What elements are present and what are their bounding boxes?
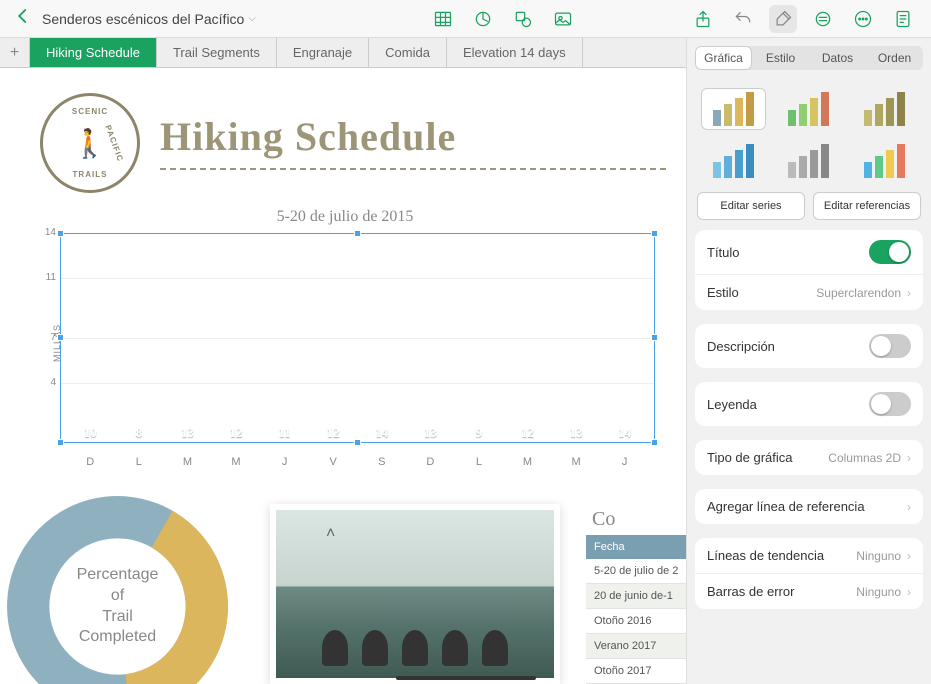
home-indicator — [396, 676, 536, 680]
row-estilo[interactable]: EstiloSuperclarendon› — [695, 275, 923, 310]
table-row[interactable]: Verano 2017 — [586, 634, 686, 659]
chart-style-3[interactable] — [852, 88, 917, 130]
tab-engranaje[interactable]: Engranaje — [277, 38, 369, 67]
tab-comida[interactable]: Comida — [369, 38, 447, 67]
photo[interactable]: ˄ — [270, 504, 560, 684]
toggle-leyenda[interactable] — [869, 392, 911, 416]
row-trend[interactable]: Líneas de tendenciaNinguno› — [695, 538, 923, 574]
table-title: Co — [586, 504, 686, 535]
selection-frame — [60, 233, 655, 443]
row-tipo[interactable]: Tipo de gráficaColumnas 2D› — [695, 440, 923, 475]
donut-label: PercentageofTrailCompleted — [0, 489, 235, 684]
dates-table[interactable]: Co Fecha 5-20 de julio de 220 de junio d… — [586, 504, 686, 684]
canvas[interactable]: SCENIC PACIFIC 🚶 TRAILS Hiking Schedule … — [0, 68, 686, 684]
insert-chart-icon[interactable] — [469, 5, 497, 33]
edit-series-button[interactable]: Editar series — [697, 192, 805, 220]
chevron-right-icon: › — [907, 451, 911, 465]
chevron-right-icon: › — [907, 500, 911, 514]
tab-hiking-schedule[interactable]: Hiking Schedule — [30, 38, 157, 67]
organize-icon[interactable] — [809, 5, 837, 33]
format-brush-icon[interactable] — [769, 5, 797, 33]
document-title-text: Senderos escénicos del Pacífico — [42, 11, 244, 27]
toggle-titulo[interactable] — [869, 240, 911, 264]
chevron-down-icon: ⌵ — [248, 13, 256, 24]
tab-elevation[interactable]: Elevation 14 days — [447, 38, 583, 67]
logo-bottom-text: TRAILS — [73, 170, 108, 179]
chart-style-4[interactable] — [701, 140, 766, 182]
table-row[interactable]: Otoño 2016 — [586, 609, 686, 634]
share-icon[interactable] — [689, 5, 717, 33]
table-row[interactable]: 20 de junio de-1 — [586, 584, 686, 609]
add-sheet-button[interactable]: + — [0, 38, 30, 67]
tab-trail-segments[interactable]: Trail Segments — [157, 38, 277, 67]
logo-top-text: SCENIC — [72, 107, 108, 116]
chart-style-6[interactable] — [852, 140, 917, 182]
panel-tabs: Gráfica Estilo Datos Orden — [695, 46, 923, 70]
undo-icon[interactable] — [729, 5, 757, 33]
panel-tab-orden[interactable]: Orden — [866, 46, 923, 70]
back-button[interactable] — [8, 7, 38, 31]
bird-icon: ˄ — [326, 525, 335, 543]
edit-refs-button[interactable]: Editar referencias — [813, 192, 921, 220]
logo-badge: SCENIC PACIFIC 🚶 TRAILS — [40, 93, 140, 193]
titlebar: Senderos escénicos del Pacífico ⌵ — [0, 0, 931, 38]
table-row[interactable]: 5-20 de julio de 2 — [586, 559, 686, 584]
page-title: Hiking Schedule — [160, 113, 456, 160]
inspector-icon[interactable] — [889, 5, 917, 33]
panel-tab-grafica[interactable]: Gráfica — [695, 46, 752, 70]
row-descripcion[interactable]: Descripción — [695, 324, 923, 368]
row-refline[interactable]: Agregar línea de referencia› — [695, 489, 923, 524]
insert-shape-icon[interactable] — [509, 5, 537, 33]
hiker-icon: 🚶 — [72, 127, 108, 160]
insert-table-icon[interactable] — [429, 5, 457, 33]
panel-tab-datos[interactable]: Datos — [809, 46, 866, 70]
row-error[interactable]: Barras de errorNinguno› — [695, 574, 923, 609]
format-panel: Gráfica Estilo Datos Orden Editar series… — [686, 38, 931, 684]
chart-style-grid — [687, 78, 931, 192]
donut-chart[interactable]: PercentageofTrailCompleted — [0, 489, 235, 684]
document-title[interactable]: Senderos escénicos del Pacífico ⌵ — [42, 11, 256, 27]
insert-media-icon[interactable] — [549, 5, 577, 33]
row-titulo[interactable]: Título — [695, 230, 923, 275]
chart-style-2[interactable] — [776, 88, 841, 130]
chevron-right-icon: › — [907, 585, 911, 599]
table-row[interactable]: Otoño 2017 — [586, 659, 686, 684]
chevron-right-icon: › — [907, 549, 911, 563]
table-header: Fecha — [586, 535, 686, 559]
chart-title: 5-20 de julio de 2015 — [35, 208, 655, 226]
row-leyenda[interactable]: Leyenda — [695, 382, 923, 426]
chevron-right-icon: › — [907, 286, 911, 300]
chart-style-5[interactable] — [776, 140, 841, 182]
toggle-descripcion[interactable] — [869, 334, 911, 358]
panel-tab-estilo[interactable]: Estilo — [752, 46, 809, 70]
more-icon[interactable] — [849, 5, 877, 33]
bar-chart[interactable]: 5-20 de julio de 2015 MILLAS 47111410813… — [35, 208, 655, 468]
divider — [160, 168, 666, 170]
chart-style-1[interactable] — [701, 88, 766, 130]
